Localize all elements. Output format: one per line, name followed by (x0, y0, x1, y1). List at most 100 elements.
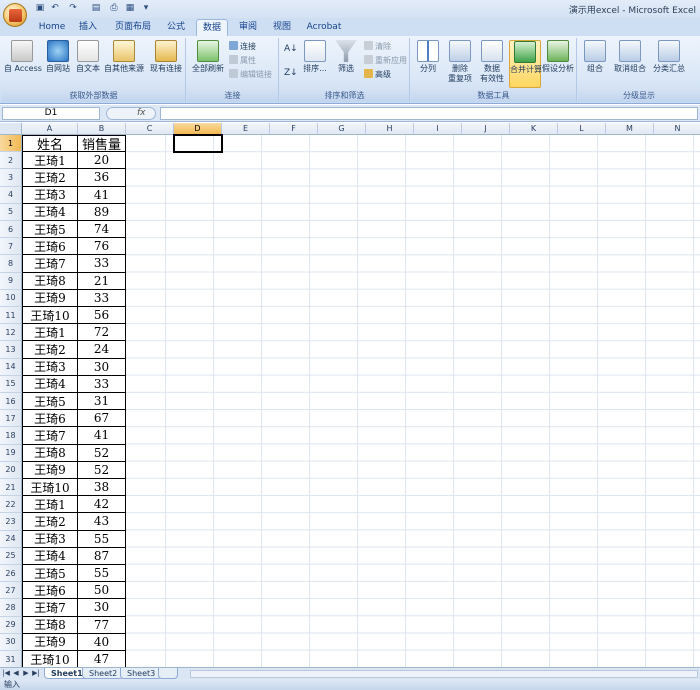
save-icon[interactable]: ▣ (34, 3, 46, 14)
quick-print-icon[interactable]: ⎙ (108, 3, 120, 14)
table-cell-sales[interactable]: 41 (78, 427, 126, 445)
table-cell-sales[interactable]: 87 (78, 547, 126, 565)
insert-sheet-icon[interactable] (158, 668, 178, 679)
insert-function-icon[interactable]: fx (106, 107, 156, 120)
table-cell-sales[interactable]: 24 (78, 341, 126, 359)
row-header-5[interactable]: 5 (0, 203, 22, 221)
header-cell-sales[interactable]: 销售量 (78, 135, 126, 153)
table-cell-name[interactable]: 王琦3 (22, 186, 78, 204)
column-header-e[interactable]: E (222, 123, 270, 135)
tab-review[interactable]: 审阅 (232, 19, 264, 36)
row-header-28[interactable]: 28 (0, 599, 22, 617)
table-cell-sales[interactable]: 55 (78, 565, 126, 583)
row-header-15[interactable]: 15 (0, 375, 22, 393)
table-cell-name[interactable]: 王琦3 (22, 530, 78, 548)
row-header-31[interactable]: 31 (0, 651, 22, 667)
row-header-9[interactable]: 9 (0, 272, 22, 290)
table-cell-sales[interactable]: 67 (78, 410, 126, 428)
table-cell-sales[interactable]: 33 (78, 375, 126, 393)
data-validation-button[interactable]: 数据 有效性 (475, 40, 509, 88)
column-header-i[interactable]: I (414, 123, 462, 135)
table-cell-name[interactable]: 王琦6 (22, 410, 78, 428)
sort-za-button[interactable]: Z↓ (284, 68, 298, 79)
table-cell-name[interactable]: 王琦6 (22, 582, 78, 600)
table-cell-name[interactable]: 王琦10 (22, 651, 78, 667)
row-header-14[interactable]: 14 (0, 358, 22, 376)
table-cell-name[interactable]: 王琦8 (22, 616, 78, 634)
refresh-all-button[interactable]: 全部刷新 (189, 40, 227, 88)
row-header-11[interactable]: 11 (0, 307, 22, 325)
table-cell-sales[interactable]: 30 (78, 358, 126, 376)
row-header-12[interactable]: 12 (0, 324, 22, 342)
prev-sheet-icon[interactable]: ◀ (12, 668, 20, 679)
row-header-29[interactable]: 29 (0, 616, 22, 634)
table-cell-sales[interactable]: 52 (78, 461, 126, 479)
horizontal-scrollbar[interactable] (190, 670, 698, 678)
column-header-m[interactable]: M (606, 123, 654, 135)
table-cell-sales[interactable]: 89 (78, 203, 126, 221)
filter-button[interactable]: 筛选 (332, 40, 360, 88)
column-header-j[interactable]: J (462, 123, 510, 135)
tab-view[interactable]: 视图 (266, 19, 298, 36)
from-web-button[interactable]: 自网站 (42, 40, 74, 88)
sheet-tab-sheet3[interactable]: Sheet3 (120, 668, 163, 679)
consolidate-button[interactable]: 合并计算 (509, 40, 542, 88)
connections-button[interactable]: 连接 (229, 41, 256, 52)
text-to-columns-button[interactable]: 分列 (413, 40, 443, 88)
table-cell-name[interactable]: 王琦2 (22, 169, 78, 187)
table-cell-sales[interactable]: 56 (78, 307, 126, 325)
table-cell-name[interactable]: 王琦8 (22, 444, 78, 462)
row-header-7[interactable]: 7 (0, 238, 22, 256)
table-cell-sales[interactable]: 33 (78, 255, 126, 273)
table-cell-sales[interactable]: 33 (78, 289, 126, 307)
table-cell-name[interactable]: 王琦4 (22, 203, 78, 221)
name-box[interactable]: D1 (2, 107, 100, 120)
advanced-filter-button[interactable]: 高级 (364, 69, 391, 80)
row-header-18[interactable]: 18 (0, 427, 22, 445)
table-cell-name[interactable]: 王琦4 (22, 547, 78, 565)
edit-links-button[interactable]: 编辑链接 (229, 69, 272, 80)
table-cell-name[interactable]: 王琦10 (22, 479, 78, 497)
tab-acrobat[interactable]: Acrobat (304, 19, 344, 36)
worksheet-grid[interactable]: ABCDEFGHIJKLMN 1 2 3 4 5 6 7 8 9 10 11 12 13 14 15 16 17… (0, 123, 700, 667)
customize-icon[interactable]: ▾ (140, 3, 152, 14)
column-header-f[interactable]: F (270, 123, 318, 135)
tab-insert[interactable]: 插入 (72, 19, 104, 36)
table-cell-name[interactable]: 王琦9 (22, 461, 78, 479)
row-header-22[interactable]: 22 (0, 496, 22, 514)
row-header-24[interactable]: 24 (0, 530, 22, 548)
redo-icon[interactable]: ↷ (67, 3, 79, 14)
select-all-corner[interactable] (0, 123, 22, 135)
column-header-n[interactable]: N (654, 123, 700, 135)
row-header-23[interactable]: 23 (0, 513, 22, 531)
table-cell-name[interactable]: 王琦1 (22, 324, 78, 342)
table-cell-sales[interactable]: 36 (78, 169, 126, 187)
table-cell-name[interactable]: 王琦1 (22, 496, 78, 514)
table-cell-sales[interactable]: 20 (78, 152, 126, 170)
row-header-8[interactable]: 8 (0, 255, 22, 273)
table-cell-name[interactable]: 王琦4 (22, 375, 78, 393)
table-cell-name[interactable]: 王琦5 (22, 393, 78, 411)
table-cell-sales[interactable]: 38 (78, 479, 126, 497)
table-cell-sales[interactable]: 21 (78, 272, 126, 290)
tab-formulas[interactable]: 公式 (160, 19, 192, 36)
formula-input[interactable] (160, 107, 698, 120)
active-cell[interactable] (173, 134, 223, 154)
table-cell-name[interactable]: 王琦7 (22, 427, 78, 445)
row-header-13[interactable]: 13 (0, 341, 22, 359)
row-header-21[interactable]: 21 (0, 479, 22, 497)
table-cell-sales[interactable]: 40 (78, 633, 126, 651)
table-cell-sales[interactable]: 76 (78, 238, 126, 256)
sort-icon[interactable]: ▦ (124, 3, 136, 14)
row-header-16[interactable]: 16 (0, 393, 22, 411)
table-cell-sales[interactable]: 31 (78, 393, 126, 411)
table-cell-sales[interactable]: 55 (78, 530, 126, 548)
from-text-button[interactable]: 自文本 (74, 40, 102, 88)
table-cell-sales[interactable]: 41 (78, 186, 126, 204)
sort-button[interactable]: 排序... (300, 40, 330, 88)
table-cell-sales[interactable]: 74 (78, 221, 126, 239)
table-cell-sales[interactable]: 47 (78, 651, 126, 667)
tab-page-layout[interactable]: 页面布局 (108, 19, 158, 36)
table-cell-sales[interactable]: 42 (78, 496, 126, 514)
sheet-tab-sheet2[interactable]: Sheet2 (82, 668, 125, 679)
